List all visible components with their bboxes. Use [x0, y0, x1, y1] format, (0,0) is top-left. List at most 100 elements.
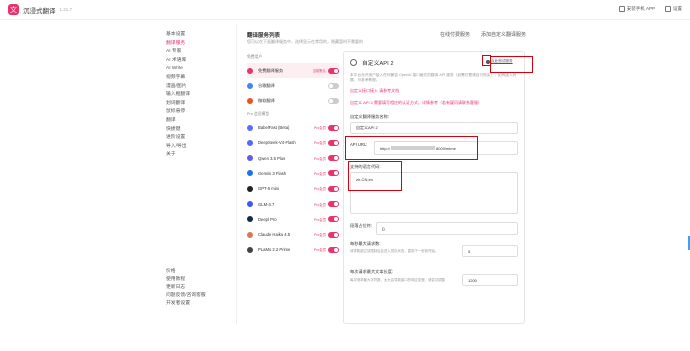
max-req-input[interactable]: 5 — [462, 245, 518, 257]
service-item[interactable]: GPT-5 mini Pro会员 — [247, 181, 339, 196]
service-item[interactable]: Gemini 3 Flash Pro会员 — [247, 166, 339, 181]
max-text-hint: 每次请求最大字符数，太大会导致接口的响应变慢，请尝试调整 — [350, 278, 445, 282]
mobile-app-link[interactable]: 安装手机 APP — [618, 6, 655, 13]
service-badge: Pro会员 — [313, 233, 326, 238]
service-toggle[interactable] — [328, 246, 339, 253]
service-toggle[interactable] — [328, 124, 339, 131]
sidebar-item[interactable]: 划词翻译 — [166, 100, 226, 109]
service-item[interactable]: GLM-4.7 Pro会员 — [247, 196, 339, 211]
sidebar-item[interactable]: 快捷键 — [166, 126, 226, 135]
service-item[interactable]: PLaMo 2.2 Prime Pro会员 — [247, 242, 339, 257]
service-logo-icon — [247, 185, 253, 192]
panel-note[interactable]: 自定义接口接入 请参考文档 — [350, 88, 399, 94]
app-logo-icon: 文 — [8, 4, 19, 15]
settings-link[interactable]: 设置 — [665, 6, 682, 13]
openai-icon — [350, 59, 357, 66]
service-item[interactable]: Qwen 3.5 Plus Pro会员 — [247, 150, 339, 165]
service-badge: Pro会员 — [313, 126, 326, 131]
placeholder-label: 段落占位符: — [350, 223, 373, 228]
service-logo-icon — [247, 67, 253, 74]
service-name: Gemini 3 Flash — [258, 170, 287, 176]
panel-header: 自定义API 2 — [350, 58, 394, 67]
sidebar-bottom: 价格 使用教程 更新日志 问题反馈/咨询客服 开发者设置 — [166, 268, 226, 308]
service-item[interactable]: DeepSeek-V4-Flash Pro会员 — [247, 135, 339, 150]
sidebar-item[interactable]: 导入/导出 — [166, 143, 226, 152]
sidebar-item[interactable]: AI 术语库 — [166, 57, 226, 66]
sidebar-bottom-link[interactable]: 使用教程 — [166, 276, 226, 284]
sidebar-item[interactable]: 鼠标悬停 — [166, 108, 226, 117]
service-item[interactable]: 微软翻译 — [247, 94, 339, 109]
service-logo-icon — [247, 170, 253, 177]
sidebar: 基本设置 翻译服务 AI 专家 AI 术语库 AI Write 视频字幕 漫画/图片 输入框翻… — [166, 31, 226, 160]
page-title: 翻译服务列表 — [247, 33, 281, 39]
panel-title: 自定义API 2 — [362, 61, 394, 67]
service-name: Deepl Pro — [258, 216, 277, 222]
service-logo-icon — [247, 98, 253, 105]
sidebar-item[interactable]: 漫画/图片 — [166, 83, 226, 92]
page-subtitle: 您可以在下面翻译服务中，选择显示在常用的，隐藏暂时不需要的 — [247, 39, 363, 44]
sidebar-item[interactable]: 视频字幕 — [166, 74, 226, 83]
service-badge: 当前默认 — [312, 69, 326, 74]
max-req-hint: 请求数超过该限制后会进入排队状态，直到下一秒钟开始。 — [350, 249, 439, 253]
sidebar-item[interactable]: AI 专家 — [166, 48, 226, 57]
gear-icon — [665, 6, 671, 13]
service-item[interactable]: BabelFast (Beta) Pro会员 — [247, 120, 339, 135]
service-group-label: 免费用户 — [247, 55, 263, 59]
add-custom-service-link[interactable]: 添加自定义翻译服务 — [481, 31, 526, 38]
sidebar-item[interactable]: AI Write — [166, 65, 226, 74]
service-item[interactable]: Claude Haiku 4.5 Pro会员 — [247, 227, 339, 242]
service-toggle[interactable] — [328, 139, 339, 146]
custom-api-panel: 自定义API 2 点此测试服务 本平台允许用户接入任何兼容 OpenAI 接口格… — [343, 51, 533, 324]
max-text-input[interactable]: 1200 — [462, 274, 518, 286]
service-toggle[interactable] — [328, 155, 339, 162]
service-badge: Pro会员 — [313, 171, 326, 176]
divider — [236, 24, 237, 324]
app-name: 沉浸式翻译 — [23, 7, 56, 15]
sidebar-item[interactable]: 翻译服务 — [166, 40, 226, 49]
service-toggle[interactable] — [328, 98, 339, 105]
placeholder-input[interactable]: {} — [376, 222, 518, 235]
service-name: 免费翻译服务 — [258, 67, 284, 73]
sidebar-item[interactable]: 进阶设置 — [166, 134, 226, 143]
service-name: DeepSeek-V4-Flash — [258, 140, 296, 146]
service-toggle[interactable] — [328, 82, 339, 89]
service-name: 微软翻译 — [258, 98, 275, 104]
service-badge: Pro会员 — [313, 187, 326, 192]
service-name: 谷歌翻译 — [258, 82, 275, 88]
service-toggle[interactable] — [328, 67, 339, 74]
service-name: PLaMo 2.2 Prime — [258, 247, 291, 253]
service-badge: Pro会员 — [313, 141, 326, 146]
service-name: BabelFast (Beta) — [258, 125, 290, 131]
service-name: Qwen 3.5 Plus — [258, 155, 286, 161]
panel-auth-note[interactable]: 自定义 API 2 需要填写相应的认证方式、详情参考（若有疑问请联系客服） — [350, 100, 482, 106]
sidebar-item[interactable]: 基本设置 — [166, 31, 226, 40]
service-item[interactable]: Deepl Pro Pro会员 — [247, 212, 339, 227]
sidebar-bottom-link[interactable]: 开发者设置 — [166, 300, 226, 308]
service-name-input[interactable]: 自定义API 2 — [350, 122, 518, 134]
top-bar: 文 沉浸式翻译 1.21.7 安装手机 APP 设置 — [0, 0, 690, 20]
service-item[interactable]: 免费翻译服务 当前默认 — [247, 63, 339, 79]
sidebar-item[interactable]: 输入框翻译 — [166, 91, 226, 100]
sidebar-bottom-link[interactable]: 更新日志 — [166, 284, 226, 292]
service-item[interactable]: 谷歌翻译 — [247, 78, 339, 93]
highlight-box — [490, 56, 533, 73]
sidebar-bottom-link[interactable]: 价格 — [166, 268, 226, 276]
service-badge: Pro会员 — [313, 217, 326, 222]
max-req-label: 每秒最大请求数: — [350, 241, 381, 246]
online-paid-link[interactable]: 在线付费服务 — [440, 31, 470, 38]
service-badge: Pro会员 — [313, 156, 326, 161]
service-name: Claude Haiku 4.5 — [258, 232, 291, 238]
service-toggle[interactable] — [328, 185, 339, 192]
service-toggle[interactable] — [328, 216, 339, 223]
service-logo-icon — [247, 246, 253, 253]
sidebar-bottom-link[interactable]: 问题反馈/咨询客服 — [166, 292, 226, 300]
service-name: GPT-5 mini — [258, 186, 279, 192]
service-toggle[interactable] — [328, 201, 339, 208]
service-logo-icon — [247, 231, 253, 238]
service-toggle[interactable] — [328, 231, 339, 238]
service-badge: Pro会员 — [313, 248, 326, 253]
panel-description: 本平台允许用户接入任何兼容 OpenAI 接口格式的翻译 API 服务（如需付费… — [350, 73, 517, 82]
service-toggle[interactable] — [328, 170, 339, 177]
sidebar-item[interactable]: 关于 — [166, 151, 226, 160]
sidebar-item[interactable]: 翻译 — [166, 117, 226, 126]
